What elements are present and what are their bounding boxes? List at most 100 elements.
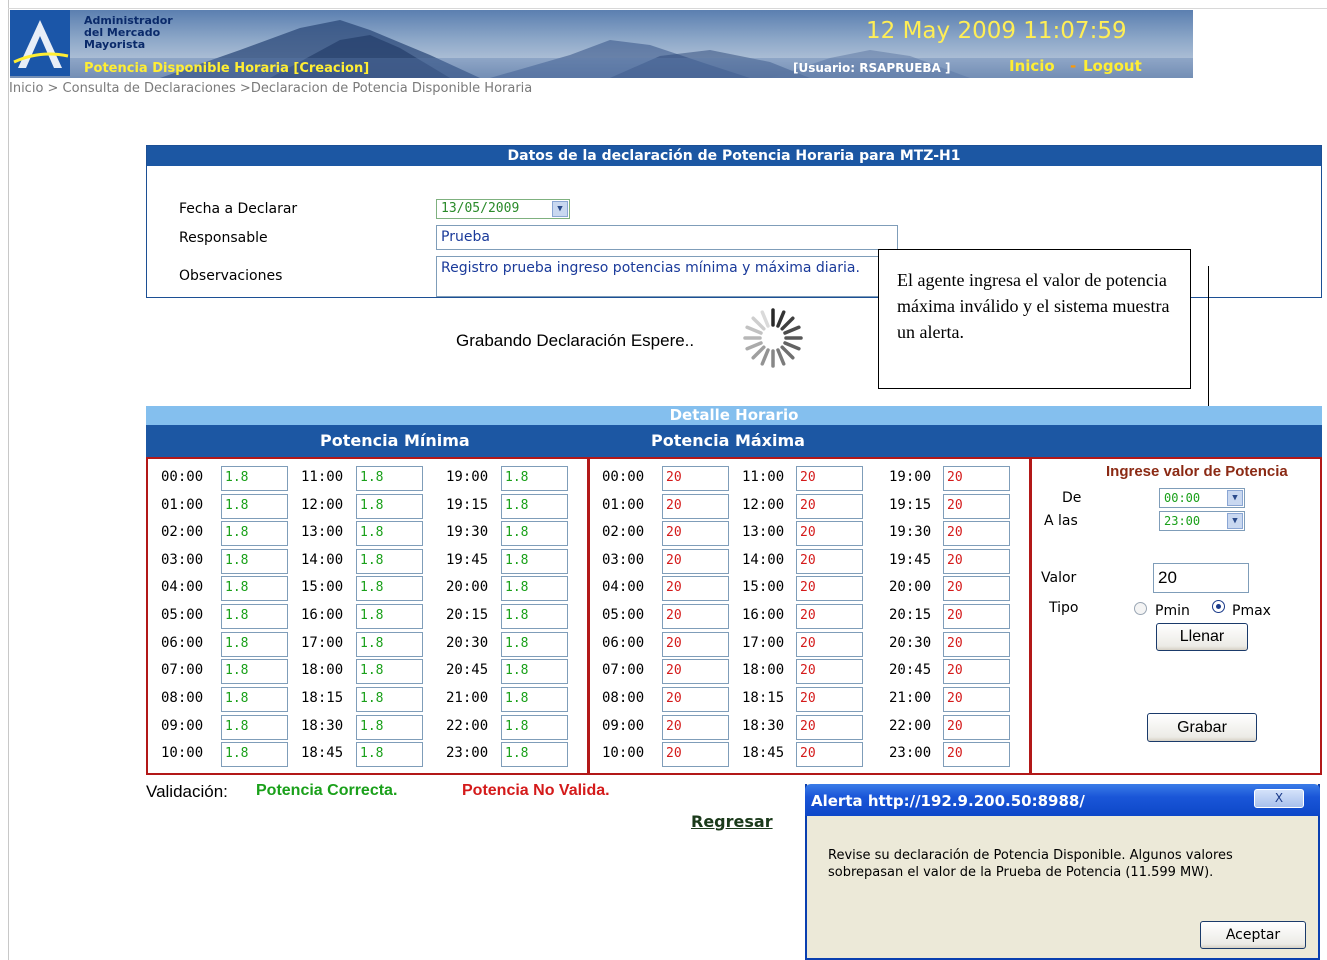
min-time-label: 20:30 bbox=[446, 635, 489, 651]
max-value-input[interactable]: 20 bbox=[943, 521, 1010, 546]
max-value-input[interactable]: 20 bbox=[943, 659, 1010, 684]
max-value-input[interactable]: 20 bbox=[662, 632, 729, 657]
chevron-down-icon[interactable]: ▼ bbox=[1227, 490, 1243, 506]
chevron-down-icon[interactable]: ▼ bbox=[552, 201, 568, 217]
min-value-input[interactable]: 1.8 bbox=[221, 494, 288, 519]
min-time-label: 18:45 bbox=[301, 745, 344, 761]
min-value-input[interactable]: 1.8 bbox=[356, 521, 423, 546]
min-value-input[interactable]: 1.8 bbox=[221, 466, 288, 491]
max-value-input[interactable]: 20 bbox=[943, 687, 1010, 712]
min-value-input[interactable]: 1.8 bbox=[501, 632, 568, 657]
max-value-input[interactable]: 20 bbox=[796, 742, 863, 767]
min-value-input[interactable]: 1.8 bbox=[221, 687, 288, 712]
pmax-radio[interactable] bbox=[1212, 600, 1225, 613]
min-value-input[interactable]: 1.8 bbox=[356, 576, 423, 601]
min-value-input[interactable]: 1.8 bbox=[356, 466, 423, 491]
min-value-input[interactable]: 1.8 bbox=[221, 659, 288, 684]
max-value-input[interactable]: 20 bbox=[943, 466, 1010, 491]
max-time-label: 18:15 bbox=[742, 690, 785, 706]
max-value-input[interactable]: 20 bbox=[796, 576, 863, 601]
max-value-input[interactable]: 20 bbox=[796, 604, 863, 629]
observaciones-textarea[interactable]: Registro prueba ingreso potencias mínima… bbox=[436, 256, 898, 297]
logout-link[interactable]: Logout bbox=[1083, 57, 1142, 75]
min-value-input[interactable]: 1.8 bbox=[501, 687, 568, 712]
min-value-input[interactable]: 1.8 bbox=[221, 604, 288, 629]
max-value-input[interactable]: 20 bbox=[662, 604, 729, 629]
close-icon[interactable]: X bbox=[1254, 789, 1304, 808]
chevron-down-icon[interactable]: ▼ bbox=[1227, 513, 1243, 529]
max-time-label: 20:15 bbox=[889, 607, 932, 623]
max-value-input[interactable]: 20 bbox=[662, 466, 729, 491]
max-time-label: 08:00 bbox=[602, 690, 645, 706]
dialog-title: Alerta http://192.9.200.50:8988/ bbox=[811, 792, 1085, 810]
max-value-input[interactable]: 20 bbox=[662, 494, 729, 519]
breadcrumb[interactable]: Inicio > Consulta de Declaraciones >Decl… bbox=[9, 80, 609, 97]
min-value-input[interactable]: 1.8 bbox=[501, 659, 568, 684]
max-value-input[interactable]: 20 bbox=[662, 687, 729, 712]
alas-hour-select[interactable]: 23:00 ▼ bbox=[1159, 511, 1245, 531]
max-value-input[interactable]: 20 bbox=[943, 632, 1010, 657]
max-time-label: 19:30 bbox=[889, 524, 932, 540]
max-value-input[interactable]: 20 bbox=[662, 742, 729, 767]
min-time-label: 09:00 bbox=[161, 718, 204, 734]
responsable-input[interactable]: Prueba bbox=[436, 225, 898, 250]
potencia-maxima-header: Potencia Máxima bbox=[651, 431, 805, 450]
max-value-input[interactable]: 20 bbox=[662, 576, 729, 601]
pmin-radio[interactable] bbox=[1134, 602, 1147, 615]
max-value-input[interactable]: 20 bbox=[662, 521, 729, 546]
min-time-label: 19:30 bbox=[446, 524, 489, 540]
max-value-input[interactable]: 20 bbox=[943, 549, 1010, 574]
max-value-input[interactable]: 20 bbox=[796, 632, 863, 657]
min-value-input[interactable]: 1.8 bbox=[356, 659, 423, 684]
llenar-button[interactable]: Llenar bbox=[1156, 623, 1248, 651]
min-value-input[interactable]: 1.8 bbox=[501, 494, 568, 519]
min-value-input[interactable]: 1.8 bbox=[221, 742, 288, 767]
min-value-input[interactable]: 1.8 bbox=[221, 632, 288, 657]
max-value-input[interactable]: 20 bbox=[796, 521, 863, 546]
max-value-input[interactable]: 20 bbox=[796, 659, 863, 684]
min-value-input[interactable]: 1.8 bbox=[221, 521, 288, 546]
max-value-input[interactable]: 20 bbox=[796, 466, 863, 491]
min-value-input[interactable]: 1.8 bbox=[501, 576, 568, 601]
max-value-input[interactable]: 20 bbox=[796, 494, 863, 519]
tipo-label: Tipo bbox=[1049, 600, 1079, 616]
min-value-input[interactable]: 1.8 bbox=[501, 549, 568, 574]
aceptar-button[interactable]: Aceptar bbox=[1200, 921, 1306, 949]
max-value-input[interactable]: 20 bbox=[796, 687, 863, 712]
min-value-input[interactable]: 1.8 bbox=[356, 494, 423, 519]
min-value-input[interactable]: 1.8 bbox=[356, 742, 423, 767]
min-time-label: 08:00 bbox=[161, 690, 204, 706]
min-value-input[interactable]: 1.8 bbox=[501, 521, 568, 546]
min-value-input[interactable]: 1.8 bbox=[356, 687, 423, 712]
min-value-input[interactable]: 1.8 bbox=[221, 549, 288, 574]
max-value-input[interactable]: 20 bbox=[662, 659, 729, 684]
max-value-input[interactable]: 20 bbox=[943, 715, 1010, 740]
min-value-input[interactable]: 1.8 bbox=[501, 742, 568, 767]
regresar-link[interactable]: Regresar bbox=[691, 812, 773, 831]
min-value-input[interactable]: 1.8 bbox=[501, 466, 568, 491]
valor-input[interactable]: 20 bbox=[1153, 563, 1249, 593]
max-value-input[interactable]: 20 bbox=[943, 494, 1010, 519]
min-value-input[interactable]: 1.8 bbox=[356, 549, 423, 574]
min-value-input[interactable]: 1.8 bbox=[501, 715, 568, 740]
max-value-input[interactable]: 20 bbox=[796, 549, 863, 574]
max-value-input[interactable]: 20 bbox=[662, 549, 729, 574]
min-value-input[interactable]: 1.8 bbox=[501, 604, 568, 629]
de-hour-select[interactable]: 00:00 ▼ bbox=[1159, 488, 1245, 508]
min-time-label: 04:00 bbox=[161, 579, 204, 595]
fecha-select[interactable]: 13/05/2009 ▼ bbox=[436, 199, 570, 219]
max-value-input[interactable]: 20 bbox=[662, 715, 729, 740]
min-value-input[interactable]: 1.8 bbox=[221, 576, 288, 601]
min-value-input[interactable]: 1.8 bbox=[356, 604, 423, 629]
grabar-button[interactable]: Grabar bbox=[1147, 713, 1257, 742]
min-value-input[interactable]: 1.8 bbox=[356, 632, 423, 657]
min-value-input[interactable]: 1.8 bbox=[221, 715, 288, 740]
max-time-label: 18:45 bbox=[742, 745, 785, 761]
max-value-input[interactable]: 20 bbox=[943, 742, 1010, 767]
max-value-input[interactable]: 20 bbox=[943, 576, 1010, 601]
min-value-input[interactable]: 1.8 bbox=[356, 715, 423, 740]
dialog-titlebar[interactable]: Alerta http://192.9.200.50:8988/ X bbox=[805, 784, 1320, 816]
max-value-input[interactable]: 20 bbox=[943, 604, 1010, 629]
inicio-link[interactable]: Inicio bbox=[1009, 57, 1055, 75]
max-value-input[interactable]: 20 bbox=[796, 715, 863, 740]
